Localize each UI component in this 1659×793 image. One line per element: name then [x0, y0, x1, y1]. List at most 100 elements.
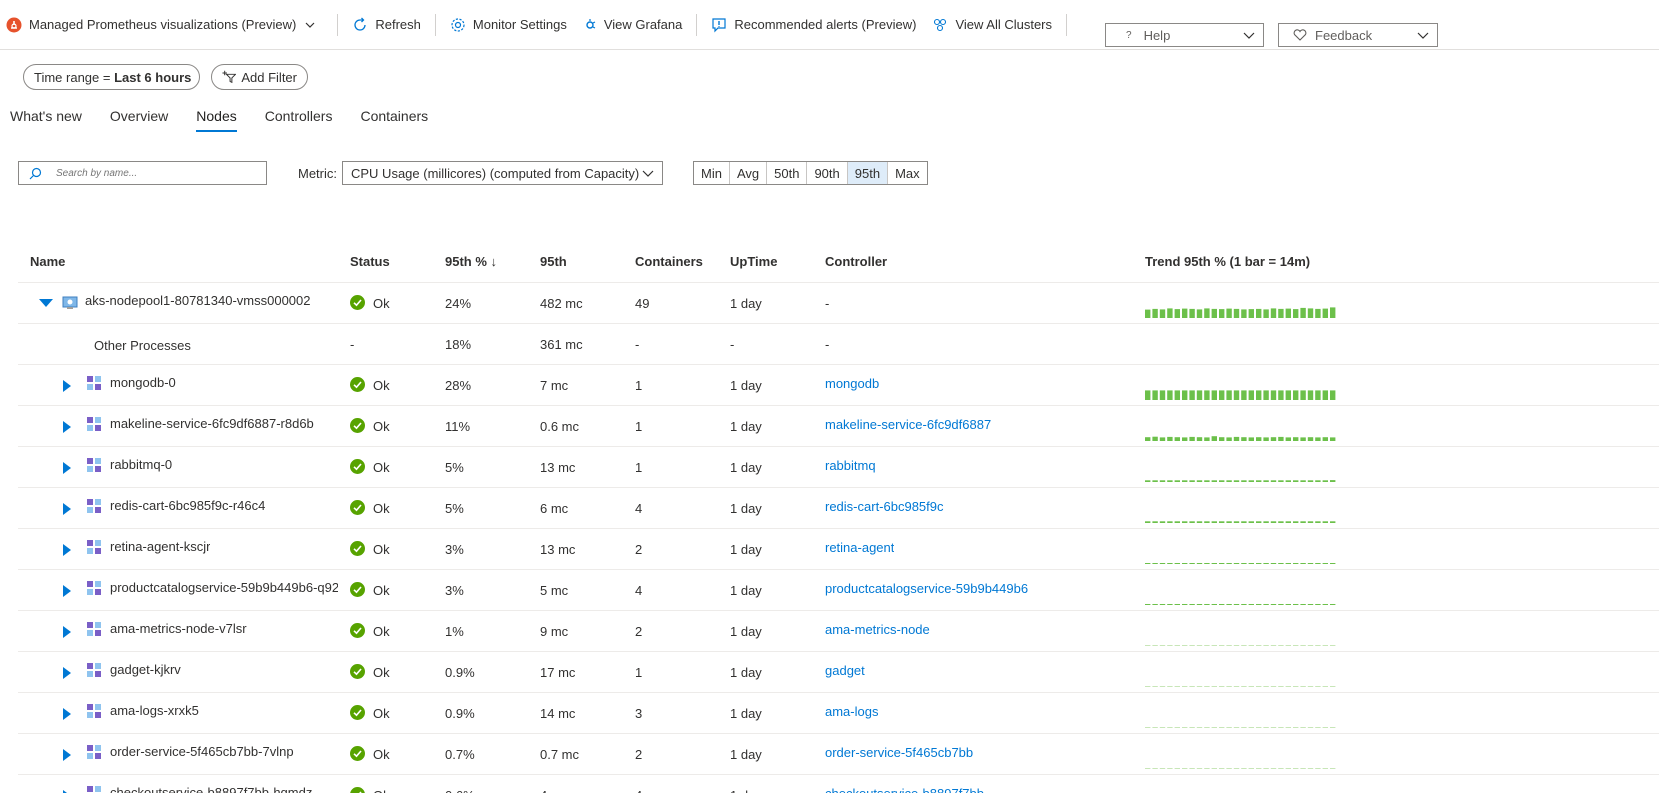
- percentile-avg-button[interactable]: Avg: [730, 162, 768, 184]
- column-header-containers[interactable]: Containers: [635, 254, 703, 269]
- refresh-button[interactable]: Refresh: [344, 10, 429, 40]
- trend-bar: [1270, 521, 1277, 523]
- column-header-trend[interactable]: Trend 95th % (1 bar = 14m): [1145, 254, 1310, 269]
- trend-bar: [1322, 686, 1328, 687]
- expand-caret-icon[interactable]: [62, 461, 72, 475]
- percentile-95th-button[interactable]: 95th: [847, 162, 889, 184]
- node-row[interactable]: aks-nodepool1-80781340-vmss000002 Ok 24% 48…: [18, 283, 1659, 324]
- expand-caret-icon[interactable]: [62, 625, 72, 639]
- column-header-status[interactable]: Status: [350, 254, 390, 269]
- column-header-95th[interactable]: 95th: [540, 254, 567, 269]
- row-controller[interactable]: mongodb: [825, 376, 879, 391]
- column-header-name[interactable]: Name: [30, 254, 65, 269]
- row-controller[interactable]: ama-metrics-node: [825, 622, 930, 637]
- monitor-settings-button[interactable]: Monitor Settings: [442, 10, 575, 40]
- expand-caret-icon[interactable]: [62, 707, 72, 721]
- trend-bar: [1189, 686, 1195, 687]
- row-controller[interactable]: order-service-5f465cb7bb: [825, 745, 973, 760]
- column-header-controller[interactable]: Controller: [825, 254, 887, 269]
- pod-row[interactable]: ama-logs-xrxk5 Ok 0.9% 14 mc 3 1 day ama-logs: [18, 693, 1659, 734]
- other-processes-row[interactable]: Other Processes - 18% 361 mc - - -: [18, 324, 1659, 365]
- percentile-50th-button[interactable]: 50th: [767, 162, 808, 184]
- tab-overview[interactable]: Overview: [110, 108, 168, 132]
- expand-caret-icon[interactable]: [62, 748, 72, 762]
- row-uptime: 1 day: [730, 501, 762, 516]
- percentile-min-button[interactable]: Min: [694, 162, 730, 184]
- pod-row[interactable]: ama-metrics-node-v7lsr Ok 1% 9 mc 2 1 day ama-…: [18, 611, 1659, 652]
- collapse-caret-icon[interactable]: [38, 298, 54, 308]
- trend-bar: [1145, 563, 1151, 564]
- prometheus-visualizations-dropdown[interactable]: Managed Prometheus visualizations (Previ…: [0, 10, 331, 40]
- row-name: rabbitmq-0: [110, 457, 173, 472]
- add-filter-pill[interactable]: Add Filter: [211, 64, 308, 90]
- trend-bar: [1174, 480, 1180, 482]
- trend-bar: [1256, 727, 1262, 728]
- pod-row[interactable]: checkoutservice-b8897f7bb-hqmdz Ok 0.6% 4 m…: [18, 775, 1659, 793]
- expand-caret-icon[interactable]: [62, 584, 72, 598]
- column-header-95th-pct[interactable]: 95th % ↓: [445, 254, 497, 269]
- feedback-dropdown[interactable]: Feedback: [1278, 23, 1438, 47]
- trend-bar: [1145, 604, 1151, 605]
- row-controller[interactable]: makeline-service-6fc9df6887: [825, 417, 991, 432]
- row-controller[interactable]: redis-cart-6bc985f9c: [825, 499, 944, 514]
- percentile-90th-button[interactable]: 90th: [807, 162, 848, 184]
- trend-bar: [1278, 727, 1284, 728]
- row-controller[interactable]: retina-agent: [825, 540, 894, 555]
- trend-bar: [1196, 390, 1203, 400]
- row-controller[interactable]: productcatalogservice-59b9b449b6: [825, 581, 1028, 596]
- expand-caret-icon[interactable]: [62, 502, 72, 516]
- column-header-uptime[interactable]: UpTime: [730, 254, 777, 269]
- expand-caret-icon[interactable]: [62, 379, 72, 393]
- row-controller[interactable]: ama-logs: [825, 704, 878, 719]
- pod-row[interactable]: makeline-service-6fc9df6887-r8d6b Ok 11% 0.…: [18, 406, 1659, 447]
- row-controller[interactable]: checkoutservice-b8897f7bb: [825, 786, 984, 793]
- trend-bar: [1241, 309, 1247, 318]
- trend-bar: [1226, 521, 1232, 523]
- tab-nodes[interactable]: Nodes: [196, 108, 237, 132]
- percentile-max-button[interactable]: Max: [888, 162, 927, 184]
- tab-whats-new[interactable]: What's new: [10, 108, 82, 132]
- row-controller[interactable]: gadget: [825, 663, 865, 678]
- trend-bar: [1219, 645, 1225, 646]
- metric-dropdown[interactable]: CPU Usage (millicores) (computed from Ca…: [342, 161, 663, 185]
- trend-bar: [1219, 437, 1225, 441]
- trend-bar: [1307, 563, 1314, 564]
- row-controller[interactable]: rabbitmq: [825, 458, 876, 473]
- search-input[interactable]: [56, 167, 246, 179]
- pod-row[interactable]: mongodb-0 Ok 28% 7 mc 1 1 day mongodb: [18, 365, 1659, 406]
- trend-bar: [1248, 437, 1254, 441]
- expand-caret-icon[interactable]: [62, 666, 72, 680]
- trend-bar: [1145, 727, 1151, 728]
- trend-sparkline: [1145, 563, 1336, 564]
- trend-bar: [1241, 727, 1247, 728]
- pod-row[interactable]: order-service-5f465cb7bb-7vlnp Ok 0.7% 0.7 …: [18, 734, 1659, 775]
- tab-controllers[interactable]: Controllers: [265, 108, 333, 132]
- pod-row[interactable]: rabbitmq-0 Ok 5% 13 mc 1 1 day rabbitmq: [18, 447, 1659, 488]
- trend-bar: [1226, 768, 1232, 769]
- pod-row[interactable]: gadget-kjkrv Ok 0.9% 17 mc 1 1 day gadget: [18, 652, 1659, 693]
- view-grafana-button[interactable]: View Grafana: [575, 10, 691, 40]
- pod-icon: [87, 540, 101, 554]
- trend-bar: [1159, 309, 1166, 318]
- trend-bar: [1204, 390, 1210, 400]
- tab-containers[interactable]: Containers: [360, 108, 428, 132]
- pod-row[interactable]: productcatalogservice-59b9b449b6-q92 Ok 3%…: [18, 570, 1659, 611]
- expand-caret-icon[interactable]: [62, 420, 72, 434]
- pod-row[interactable]: retina-agent-kscjr Ok 3% 13 mc 2 1 day retina-…: [18, 529, 1659, 570]
- trend-bar: [1307, 390, 1314, 400]
- trend-bar: [1263, 727, 1269, 728]
- pod-row[interactable]: redis-cart-6bc985f9c-r46c4 Ok 5% 6 mc 4 1 day…: [18, 488, 1659, 529]
- recommended-alerts-button[interactable]: Recommended alerts (Preview): [703, 10, 924, 40]
- trend-bar: [1182, 390, 1188, 400]
- trend-bar: [1248, 309, 1254, 318]
- time-range-pill[interactable]: Time range = Last 6 hours: [23, 64, 200, 90]
- trend-bar: [1293, 521, 1299, 523]
- trend-bar: [1226, 480, 1232, 482]
- trend-bar: [1174, 309, 1180, 318]
- trend-bar: [1226, 563, 1232, 564]
- expand-caret-icon[interactable]: [62, 543, 72, 557]
- help-dropdown[interactable]: ? Help: [1105, 23, 1264, 47]
- row-uptime: 1 day: [730, 624, 762, 639]
- expand-caret-icon[interactable]: [62, 789, 72, 793]
- view-all-clusters-button[interactable]: View All Clusters: [924, 10, 1060, 40]
